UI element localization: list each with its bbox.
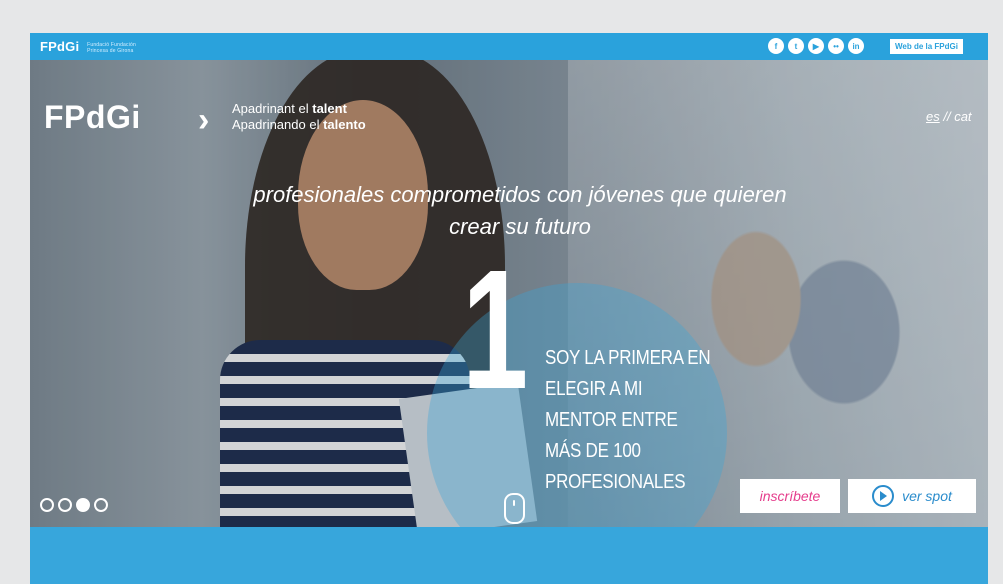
claim-line: PROFESIONALES [545, 471, 686, 493]
lang-es-link[interactable]: es [926, 109, 940, 124]
bottom-band [30, 527, 988, 584]
tagline: Apadrinant el talent Apadrinando el tale… [232, 101, 366, 132]
chevron-right-icon: › [198, 101, 210, 139]
claim-line: MENTOR ENTRE [545, 409, 678, 431]
claim-line: SOY LA PRIMERA EN [545, 347, 711, 369]
header-logo-text: FPdGi [40, 39, 80, 54]
scroll-mouse-icon[interactable] [504, 493, 525, 524]
header-logo[interactable]: FPdGi Fundació Fundación Princesa de Gir… [40, 39, 136, 54]
slider-dot-2[interactable] [58, 498, 72, 512]
header-logo-subtitle: Fundació Fundación Princesa de Girona [87, 41, 137, 54]
flickr-icon[interactable]: •• [828, 38, 844, 54]
slider-pagination [40, 498, 108, 512]
slider-dot-1[interactable] [40, 498, 54, 512]
big-number: 1 [462, 235, 529, 425]
ver-spot-button[interactable]: ver spot [848, 479, 976, 513]
facebook-icon[interactable]: f [768, 38, 784, 54]
main-logo[interactable]: FPdGi [44, 99, 141, 136]
lang-cat-link[interactable]: cat [954, 109, 971, 124]
youtube-icon[interactable]: ▶ [808, 38, 824, 54]
linkedin-icon[interactable]: in [848, 38, 864, 54]
claim-line: ELEGIR A MI [545, 378, 643, 400]
web-fpdgi-button[interactable]: Web de la FPdGi [890, 39, 963, 54]
top-bar: FPdGi Fundació Fundación Princesa de Gir… [30, 33, 988, 60]
claim-line: MÁS DE 100 [545, 440, 641, 462]
lang-separator: // [939, 109, 955, 124]
page-frame: FPdGi Fundació Fundación Princesa de Gir… [30, 33, 988, 584]
language-switcher: es // cat [926, 109, 972, 124]
play-icon [872, 485, 895, 507]
hero-claim: SOY LA PRIMERA EN ELEGIR A MI MENTOR ENT… [545, 343, 711, 498]
inscribete-button[interactable]: inscríbete [740, 479, 840, 513]
slider-dot-3-active[interactable] [76, 498, 90, 512]
slider-dot-4[interactable] [94, 498, 108, 512]
twitter-icon[interactable]: t [788, 38, 804, 54]
hero-headline: profesionales comprometidos con jóvenes … [253, 182, 787, 239]
social-links: f t ▶ •• in [768, 38, 864, 54]
ver-spot-label: ver spot [902, 488, 952, 504]
